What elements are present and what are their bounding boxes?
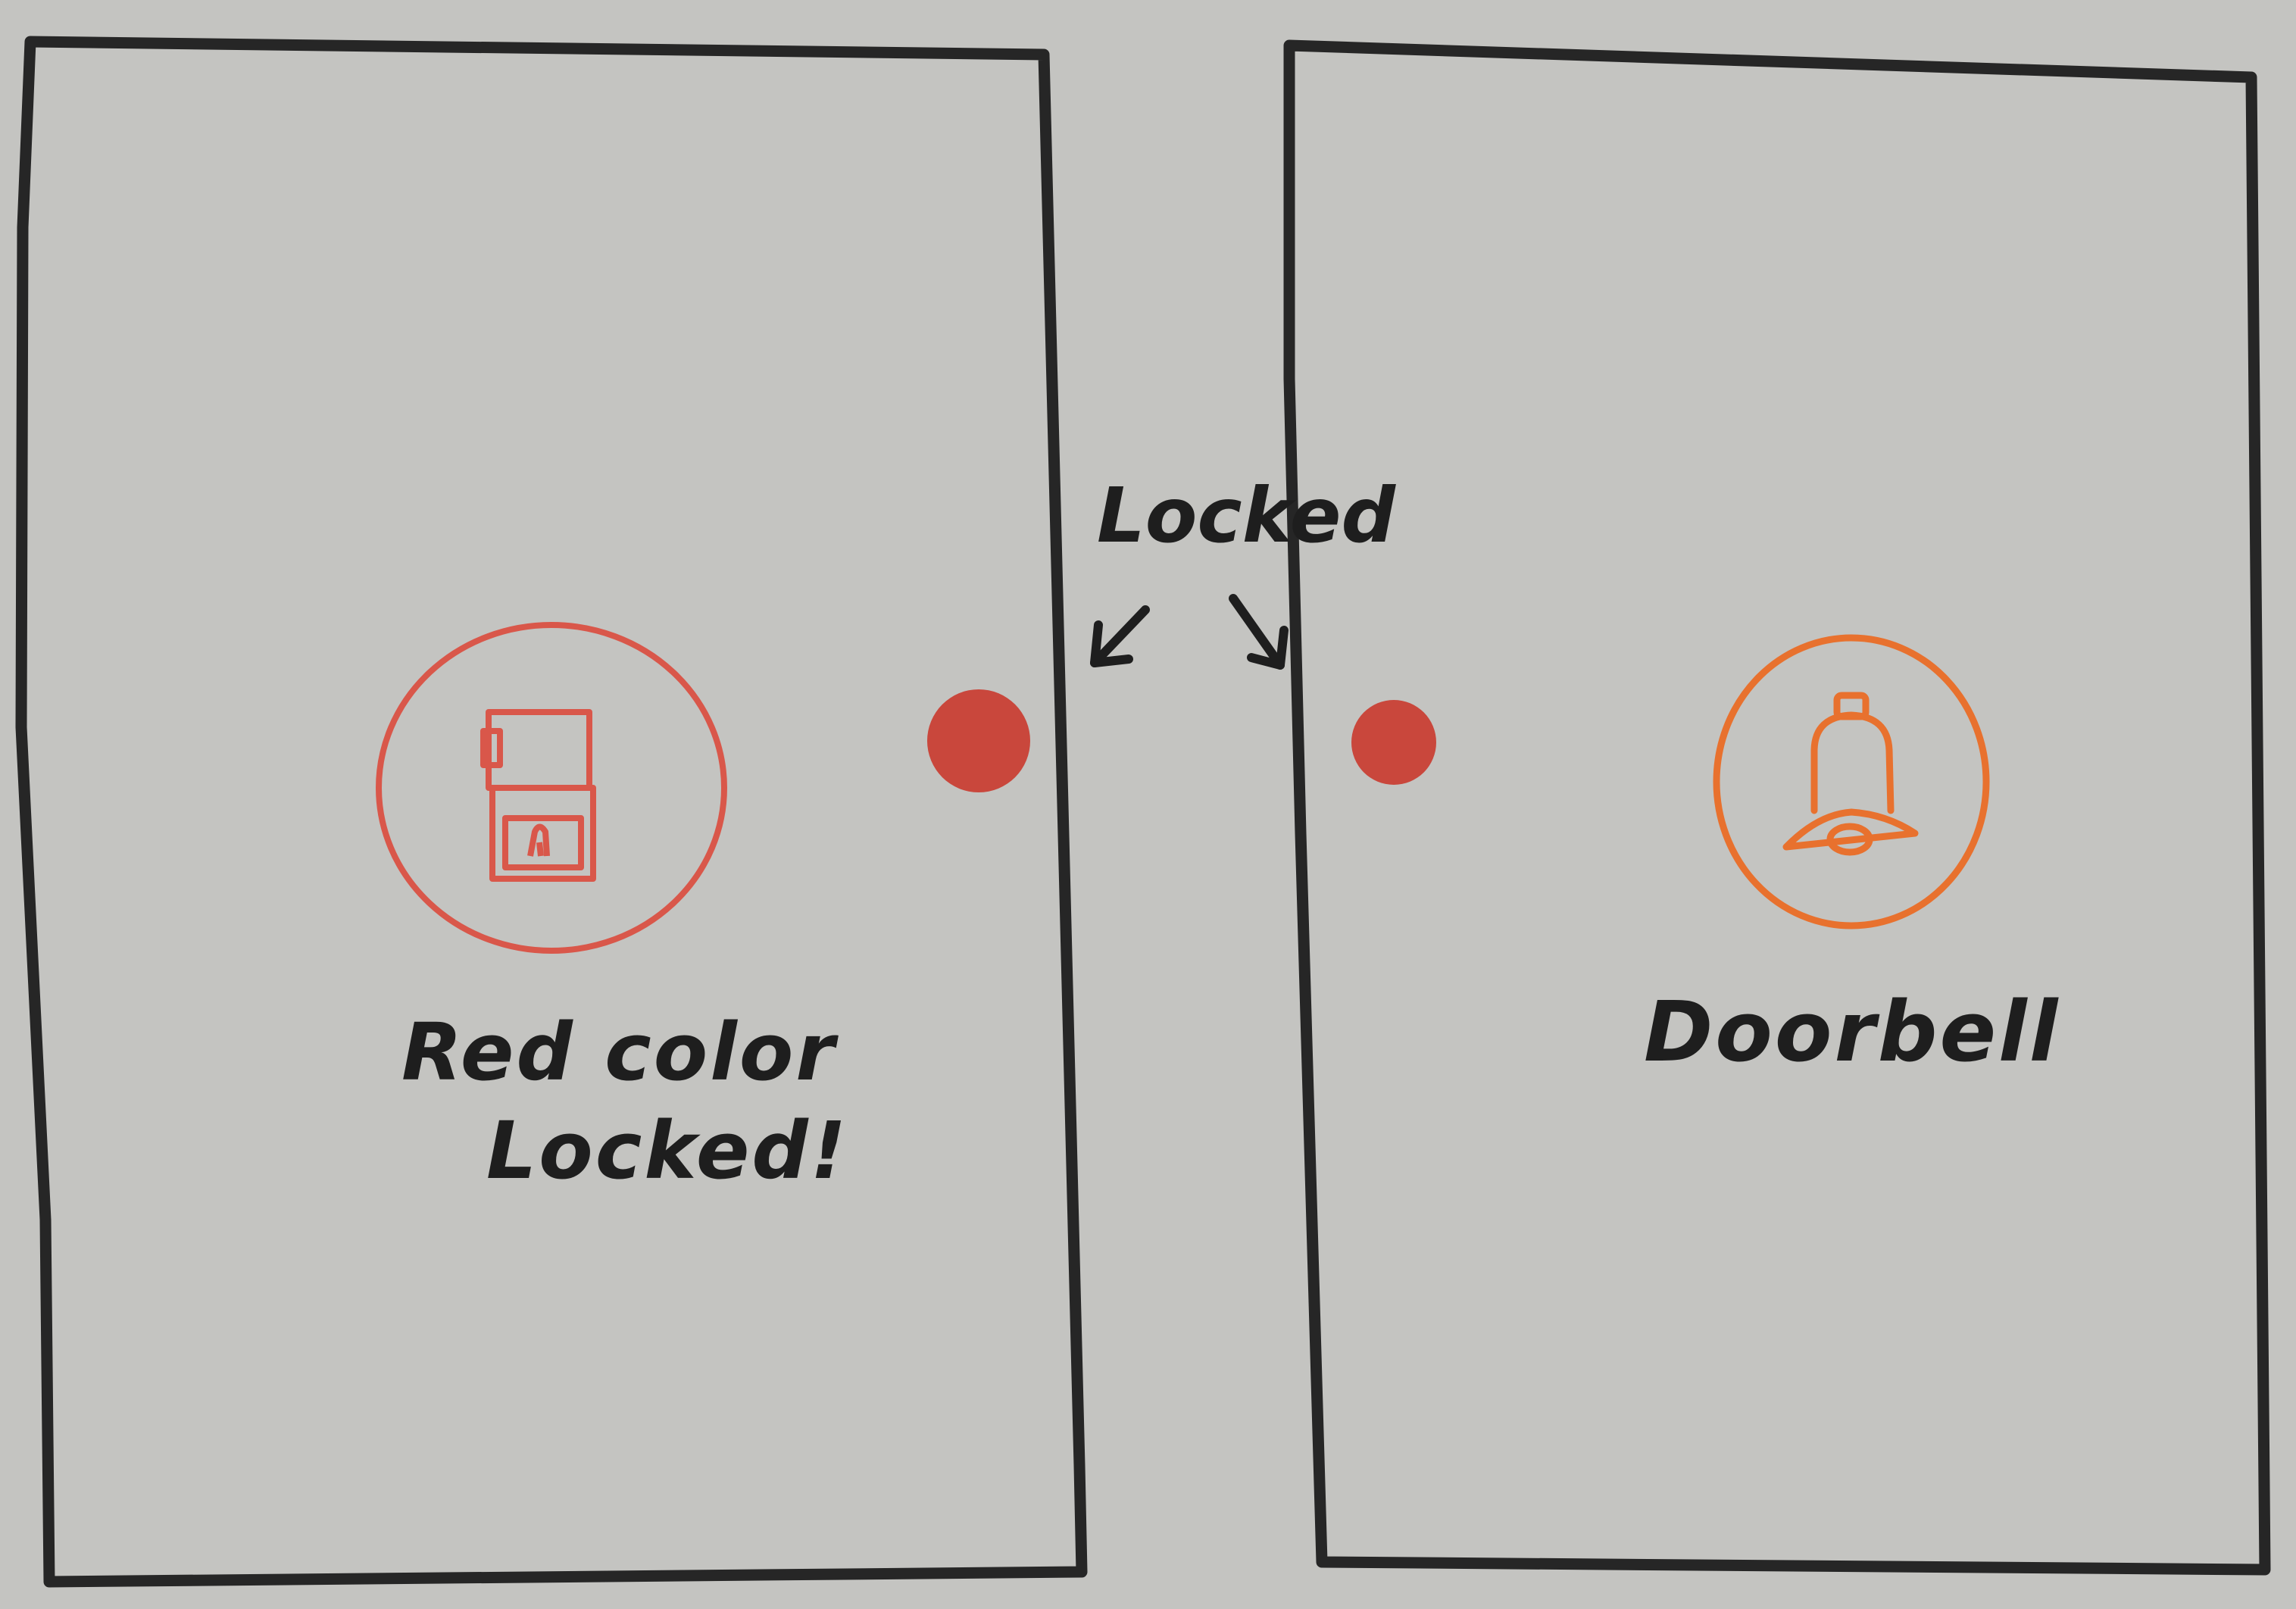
left-status-dot	[927, 689, 1030, 792]
lock-button[interactable]	[376, 622, 727, 954]
doorbell-button[interactable]	[1713, 634, 1990, 929]
right-status-dot	[1351, 700, 1436, 785]
left-screen-frame	[15, 36, 1088, 1588]
lock-caption-line-2: Locked!	[486, 1104, 848, 1197]
doorbell-caption: Doorbell	[1644, 983, 2060, 1080]
bell-icon	[1782, 692, 1919, 856]
sketch-canvas: Red color Locked! Locked Doorbell	[15, 36, 2271, 1588]
lock-caption-line-1: Red color	[401, 1006, 839, 1098]
arrow-left-icon	[1090, 605, 1150, 667]
door-lock-icon	[480, 709, 596, 882]
arrow-right-icon	[1229, 594, 1289, 670]
locked-annotation: Locked	[1097, 471, 1396, 560]
doorbell-button-circle	[1713, 634, 1990, 929]
right-screen-frame	[1283, 39, 2271, 1576]
